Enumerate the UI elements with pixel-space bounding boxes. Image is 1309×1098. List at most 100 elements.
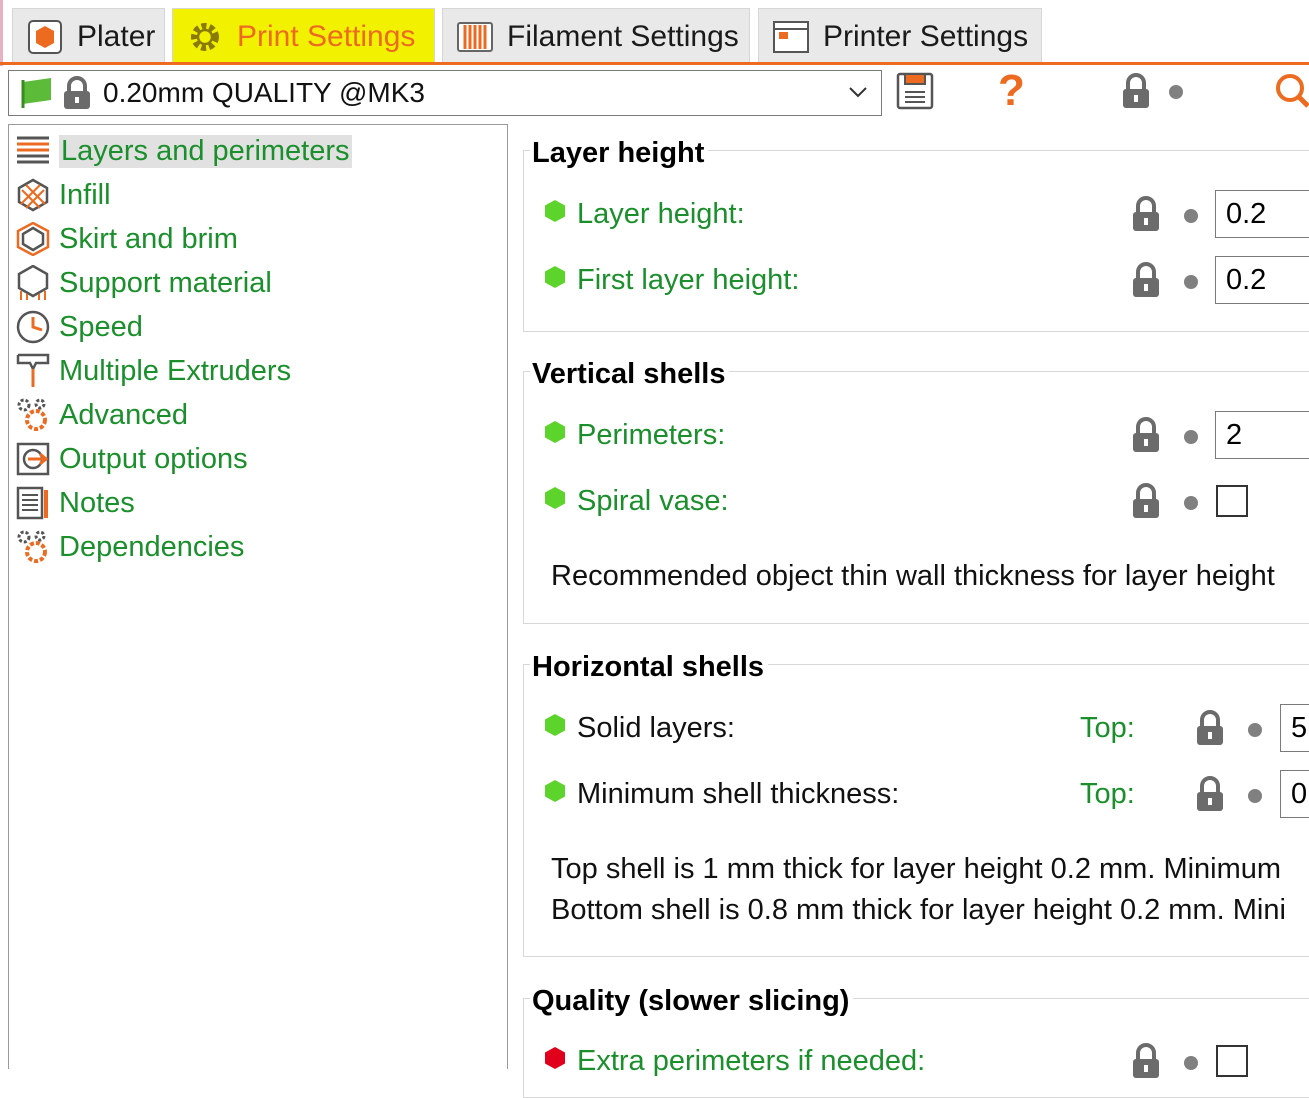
simple-mode-icon bbox=[543, 419, 567, 452]
tree-item-speed[interactable]: Speed bbox=[15, 307, 143, 347]
solid-layers-top-label: Top: bbox=[1080, 712, 1135, 744]
layers-icon bbox=[15, 133, 51, 169]
skirt-brim-icon bbox=[15, 221, 51, 257]
lock-icon[interactable] bbox=[1130, 262, 1162, 303]
tab-printer-settings-label: Printer Settings bbox=[823, 19, 1029, 53]
option-label: First layer height: bbox=[577, 264, 800, 296]
lock-icon[interactable] bbox=[1130, 196, 1162, 237]
group-title-layer-height: Layer height bbox=[530, 137, 709, 170]
bullet-icon[interactable] bbox=[1184, 430, 1198, 444]
window-edge bbox=[0, 0, 3, 66]
bullet-icon[interactable] bbox=[1248, 789, 1262, 803]
simple-mode-icon bbox=[543, 198, 567, 231]
lock-icon[interactable] bbox=[1130, 417, 1162, 458]
lock-icon[interactable] bbox=[1194, 710, 1226, 751]
print-settings-gear-icon bbox=[187, 19, 223, 55]
bullet-icon[interactable] bbox=[1184, 1056, 1198, 1070]
option-label: Perimeters: bbox=[577, 419, 726, 451]
simple-mode-icon bbox=[543, 485, 567, 518]
tree-item-label: Support material bbox=[59, 266, 272, 299]
active-tab-underline bbox=[0, 62, 1309, 65]
tree-item-label: Dependencies bbox=[59, 530, 245, 563]
preset-combobox[interactable]: 0.20mm QUALITY @MK3 bbox=[8, 70, 882, 116]
group-title-quality: Quality (slower slicing) bbox=[530, 985, 854, 1018]
solid-layers-top-field[interactable]: 5 bbox=[1280, 704, 1309, 752]
printer-settings-icon bbox=[773, 19, 809, 55]
tab-printer-settings[interactable]: Printer Settings bbox=[758, 8, 1042, 64]
top-shell-info-text: Top shell is 1 mm thick for layer height… bbox=[551, 853, 1282, 885]
tree-item-support-material[interactable]: Support material bbox=[15, 263, 272, 303]
save-preset-icon[interactable] bbox=[896, 72, 936, 117]
expert-mode-icon bbox=[543, 1045, 567, 1078]
preset-name: 0.20mm QUALITY @MK3 bbox=[103, 77, 425, 108]
tree-item-label: Layers and perimeters bbox=[59, 134, 352, 168]
tree-item-dependencies[interactable]: Dependencies bbox=[15, 527, 244, 567]
filament-spool-icon bbox=[457, 19, 493, 55]
settings-page-tree: Layers and perimeters Infill Skirt and b… bbox=[8, 124, 508, 1069]
tab-filament-settings-label: Filament Settings bbox=[507, 19, 739, 53]
lock-icon[interactable] bbox=[1194, 776, 1226, 817]
first-layer-height-field[interactable]: 0.2 bbox=[1215, 256, 1309, 304]
tab-plater[interactable]: Plater bbox=[12, 8, 165, 64]
option-first-layer-height: First layer height: bbox=[543, 264, 799, 297]
option-label: Minimum shell thickness: bbox=[577, 778, 900, 810]
tab-print-settings[interactable]: Print Settings bbox=[172, 8, 435, 64]
bullet-icon[interactable] bbox=[1184, 275, 1198, 289]
toolbar-lock-icon[interactable] bbox=[1120, 73, 1152, 114]
tree-item-infill[interactable]: Infill bbox=[15, 175, 111, 215]
tree-item-skirt-and-brim[interactable]: Skirt and brim bbox=[15, 219, 238, 259]
bullet-icon[interactable] bbox=[1184, 496, 1198, 510]
option-label: Solid layers: bbox=[577, 712, 735, 744]
option-extra-perimeters: Extra perimeters if needed: bbox=[543, 1045, 925, 1078]
min-shell-top-label: Top: bbox=[1080, 778, 1135, 810]
tree-item-label: Infill bbox=[59, 178, 111, 211]
tree-item-layers-and-perimeters[interactable]: Layers and perimeters bbox=[15, 131, 352, 171]
tree-item-label: Skirt and brim bbox=[59, 222, 238, 255]
tree-item-advanced[interactable]: Advanced bbox=[15, 395, 188, 435]
notes-icon bbox=[15, 485, 51, 521]
option-perimeters: Perimeters: bbox=[543, 419, 725, 452]
speed-clock-icon bbox=[15, 309, 51, 345]
option-solid-layers: Solid layers: bbox=[543, 712, 735, 745]
layer-height-field[interactable]: 0.2 bbox=[1215, 190, 1309, 238]
perimeters-field[interactable]: 2 bbox=[1215, 411, 1309, 459]
infill-icon bbox=[15, 177, 51, 213]
plater-icon bbox=[27, 19, 63, 55]
advanced-gears-icon bbox=[15, 397, 51, 433]
tree-item-output-options[interactable]: Output options bbox=[15, 439, 248, 479]
group-title-vertical-shells: Vertical shells bbox=[530, 358, 730, 391]
bullet-icon[interactable] bbox=[1248, 723, 1262, 737]
flag-icon bbox=[21, 78, 55, 108]
option-minimum-shell-thickness: Minimum shell thickness: bbox=[543, 778, 899, 811]
option-label: Spiral vase: bbox=[577, 485, 729, 517]
toolbar-bullet-icon bbox=[1169, 85, 1183, 99]
bottom-shell-info-text: Bottom shell is 0.8 mm thick for layer h… bbox=[551, 894, 1286, 926]
min-shell-top-field[interactable]: 0. bbox=[1280, 770, 1309, 818]
simple-mode-icon bbox=[543, 778, 567, 811]
tree-item-label: Notes bbox=[59, 486, 135, 519]
extruders-icon bbox=[15, 353, 51, 389]
chevron-down-icon[interactable] bbox=[847, 81, 869, 108]
tab-bar: Plater Print Settings Filament Settings bbox=[0, 0, 1309, 66]
lock-icon[interactable] bbox=[1130, 483, 1162, 524]
support-material-icon bbox=[15, 265, 51, 301]
extra-perimeters-checkbox[interactable] bbox=[1216, 1045, 1248, 1077]
preset-lock-icon bbox=[61, 76, 93, 110]
option-layer-height: Layer height: bbox=[543, 198, 745, 231]
search-icon[interactable] bbox=[1274, 72, 1309, 117]
option-spiral-vase: Spiral vase: bbox=[543, 485, 729, 518]
tree-item-label: Output options bbox=[59, 442, 248, 475]
tab-filament-settings[interactable]: Filament Settings bbox=[442, 8, 750, 64]
option-label: Extra perimeters if needed: bbox=[577, 1045, 926, 1077]
simple-mode-icon bbox=[543, 264, 567, 297]
tree-item-label: Speed bbox=[59, 310, 143, 343]
help-question-icon[interactable]: ? bbox=[998, 66, 1025, 116]
lock-icon[interactable] bbox=[1130, 1043, 1162, 1084]
spiral-vase-checkbox[interactable] bbox=[1216, 485, 1248, 517]
bullet-icon[interactable] bbox=[1184, 209, 1198, 223]
thin-wall-info-text: Recommended object thin wall thickness f… bbox=[551, 560, 1275, 592]
tree-item-label: Advanced bbox=[59, 398, 188, 431]
tab-print-settings-label: Print Settings bbox=[237, 19, 416, 53]
tree-item-multiple-extruders[interactable]: Multiple Extruders bbox=[15, 351, 291, 391]
tree-item-notes[interactable]: Notes bbox=[15, 483, 135, 523]
